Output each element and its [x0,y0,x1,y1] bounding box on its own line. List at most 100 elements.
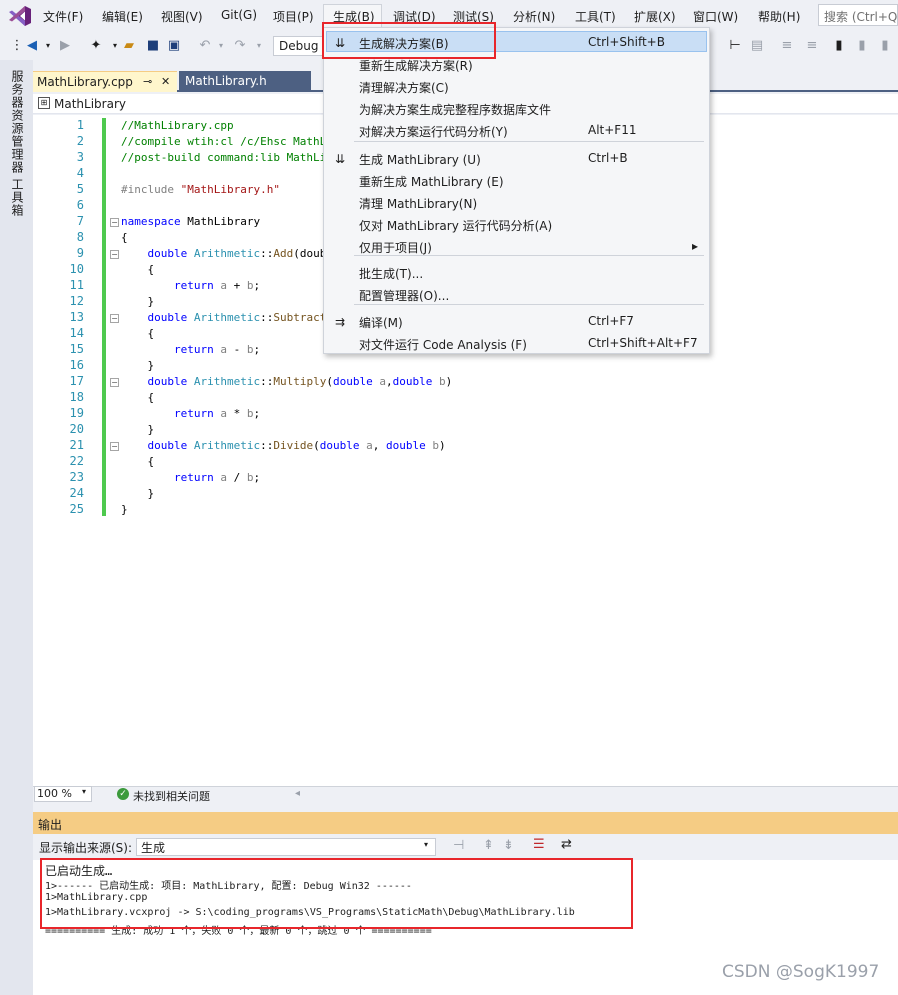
menu-item-label[interactable]: 仅对 MathLibrary 运行代码分析(A) [359,217,552,234]
line-number: 7 [76,214,84,228]
tab-mathlibrary-h[interactable]: MathLibrary.h [179,71,311,92]
pin-icon[interactable]: ⊸ [143,75,152,88]
menu-item-shortcut: Ctrl+Shift+B [588,35,665,49]
chevron-down-icon[interactable]: ▾ [41,39,55,53]
code-line[interactable]: } [121,487,154,500]
code-line[interactable]: namespace MathLibrary [121,215,260,228]
editor-status-row: ✓ 未找到相关问题 ◂ [33,786,898,803]
save-all-icon[interactable]: ▣ [167,39,181,53]
menu-item-label[interactable]: 批生成(T)... [359,265,423,282]
menu-item[interactable]: 项目(P) [273,8,314,25]
menu-separator [354,304,704,305]
line-number: 22 [69,454,84,468]
previous-message-icon[interactable]: ⇞ [483,838,494,853]
chevron-down-icon[interactable]: ▾ [214,39,228,53]
menu-item-label[interactable]: 清理解决方案(C) [359,79,449,96]
line-number: 5 [76,182,84,196]
menu-item-shortcut: Ctrl+Shift+Alt+F7 [588,336,698,350]
clear-all-icon[interactable]: ☰ [533,837,545,852]
code-line[interactable]: double Arithmetic::Multiply(double a,dou… [121,375,453,388]
close-icon[interactable]: ✕ [161,75,170,88]
scroll-left-icon[interactable]: ◂ [295,788,300,799]
code-line[interactable]: //post-build command:lib MathLib [121,151,333,164]
redo-icon[interactable]: ↷ [233,39,247,53]
code-line[interactable]: { [121,263,154,276]
code-line[interactable]: { [121,231,128,244]
undo-icon[interactable]: ↶ [198,39,212,53]
menu-item[interactable]: 工具(T) [575,8,616,25]
zoom-select[interactable]: 100 % ▾ [34,786,92,802]
uncomment-icon[interactable]: ≡ [805,39,819,53]
chevron-down-icon[interactable]: ▾ [108,39,122,53]
code-line[interactable]: } [121,423,154,436]
menu-item[interactable]: Git(G) [221,8,257,22]
menu-separator [354,255,704,256]
go-to-error-icon[interactable]: ⊣ [453,838,464,853]
menu-item-label[interactable]: 为解决方案生成完整程序数据库文件 [359,101,551,118]
code-line[interactable]: } [121,359,154,372]
chevron-down-icon: ▾ [424,840,429,849]
code-line[interactable]: //compile wtih:cl /c/Ehsc MathLi [121,135,333,148]
project-scope-select[interactable]: MathLibrary [54,97,126,111]
collapse-region-icon[interactable]: − [110,314,119,323]
code-line[interactable]: } [121,503,128,516]
output-source-select[interactable]: 生成 ▾ [136,838,436,856]
issues-status[interactable]: 未找到相关问题 [133,788,210,804]
menu-item[interactable]: 文件(F) [43,8,83,25]
new-project-icon[interactable]: ✦ [89,39,103,53]
menu-item-label[interactable]: 对文件运行 Code Analysis (F) [359,336,527,353]
toolbox-tab[interactable]: 工具箱 [9,178,26,217]
search-input[interactable]: 搜索 (Ctrl+Q) [818,4,898,26]
code-line[interactable]: return a - b; [121,343,260,356]
menu-item[interactable]: 帮助(H) [758,8,800,25]
menu-item[interactable]: 扩展(X) [634,8,676,25]
toolbar-grip-icon: ⋮ [10,38,24,53]
navigate-forward-icon[interactable]: ▶ [58,39,72,53]
collapse-region-icon[interactable]: − [110,250,119,259]
code-line[interactable]: } [121,295,154,308]
save-icon[interactable]: ■ [146,39,160,53]
code-line[interactable]: double Arithmetic::Divide(double a, doub… [121,439,446,452]
menu-item-label[interactable]: 仅用于项目(J) [359,239,432,256]
code-line[interactable]: //MathLibrary.cpp [121,119,234,132]
code-line[interactable]: { [121,455,154,468]
toolbar-action-icon[interactable]: ⊢ [728,39,742,53]
code-line[interactable]: { [121,327,154,340]
menu-item[interactable]: 视图(V) [161,8,203,25]
toggle-word-wrap-icon[interactable]: ⇄ [561,837,572,852]
menu-item-label[interactable]: 清理 MathLibrary(N) [359,195,477,212]
code-line[interactable]: #include "MathLibrary.h" [121,183,280,196]
bookmark-next-icon[interactable]: ▮ [878,39,892,53]
code-line[interactable]: return a / b; [121,471,260,484]
menu-item-label[interactable]: 生成 MathLibrary (U) [359,151,481,168]
collapse-region-icon[interactable]: − [110,218,119,227]
menu-item-label[interactable]: 对解决方案运行代码分析(Y) [359,123,508,140]
collapse-region-icon[interactable]: − [110,378,119,387]
navigate-back-icon[interactable]: ◀ [25,39,39,53]
visual-studio-logo-icon[interactable] [8,5,32,27]
menu-item[interactable]: 编辑(E) [102,8,143,25]
menu-item[interactable]: 窗口(W) [693,8,738,25]
collapse-region-icon[interactable]: − [110,442,119,451]
tab-label: MathLibrary.h [185,74,267,88]
open-file-icon[interactable]: ▰ [122,39,136,53]
menu-item-label[interactable]: 编译(M) [359,314,403,331]
bookmark-prev-icon[interactable]: ▮ [855,39,869,53]
menu-item-label[interactable]: 重新生成 MathLibrary (E) [359,173,504,190]
code-line[interactable]: return a * b; [121,407,260,420]
code-line[interactable]: double Arithmetic::Add(doubl [121,247,333,260]
menu-item-label[interactable]: 配置管理器(O)... [359,287,449,304]
menu-item[interactable]: 分析(N) [513,8,555,25]
comment-out-icon[interactable]: ≡ [780,39,794,53]
next-message-icon[interactable]: ⇟ [503,838,514,853]
server-explorer-tab[interactable]: 服务器资源管理器 [9,70,26,174]
menu-item-label[interactable]: 重新生成解决方案(R) [359,57,473,74]
code-line[interactable]: return a + b; [121,279,260,292]
code-line[interactable]: double Arithmetic::Subtract( [121,311,333,324]
bookmark-icon[interactable]: ▮ [832,39,846,53]
chevron-down-icon[interactable]: ▾ [252,39,266,53]
code-line[interactable]: { [121,391,154,404]
tab-mathlibrary-cpp[interactable]: MathLibrary.cpp ⊸ ✕ [33,71,177,92]
solution-configuration-select[interactable]: Debug [273,36,325,56]
toolbar-action-icon[interactable]: ▤ [750,39,764,53]
